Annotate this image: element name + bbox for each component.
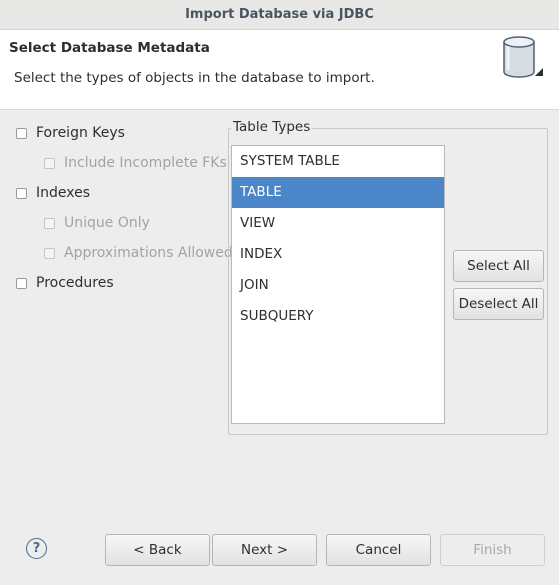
finish-button[interactable]: Finish bbox=[440, 534, 545, 566]
checkbox-box[interactable] bbox=[44, 217, 55, 229]
unique-only-label: Unique Only bbox=[64, 215, 150, 231]
help-icon[interactable]: ? bbox=[26, 538, 47, 559]
page-title: Select Database Metadata bbox=[9, 40, 210, 56]
checkbox-box[interactable] bbox=[16, 277, 27, 289]
list-item[interactable]: JOIN bbox=[232, 270, 444, 301]
table-types-title: Table Types bbox=[231, 119, 313, 135]
list-item[interactable]: SUBQUERY bbox=[232, 301, 444, 332]
page-description: Select the types of objects in the datab… bbox=[14, 70, 375, 86]
unique-only-checkbox[interactable]: Unique Only bbox=[44, 213, 150, 233]
database-icon bbox=[503, 36, 543, 78]
include-incomplete-fks-label: Include Incomplete FKs bbox=[64, 155, 227, 171]
cancel-button[interactable]: Cancel bbox=[326, 534, 431, 566]
procedures-label: Procedures bbox=[36, 275, 114, 291]
select-all-button[interactable]: Select All bbox=[453, 250, 544, 282]
indexes-checkbox[interactable]: Indexes bbox=[16, 183, 90, 203]
list-item[interactable]: VIEW bbox=[232, 208, 444, 239]
checkbox-box[interactable] bbox=[16, 127, 27, 139]
deselect-all-button[interactable]: Deselect All bbox=[453, 288, 544, 320]
list-item[interactable]: TABLE bbox=[232, 177, 444, 208]
procedures-checkbox[interactable]: Procedures bbox=[16, 273, 114, 293]
list-item[interactable]: INDEX bbox=[232, 239, 444, 270]
approximations-allowed-checkbox[interactable]: Approximations Allowed bbox=[44, 243, 233, 263]
include-incomplete-fks-checkbox[interactable]: Include Incomplete FKs bbox=[44, 153, 227, 173]
foreign-keys-label: Foreign Keys bbox=[36, 125, 125, 141]
checkbox-box[interactable] bbox=[16, 187, 27, 199]
next-button[interactable]: Next > bbox=[212, 534, 317, 566]
wizard-header: Select Database Metadata Select the type… bbox=[0, 30, 559, 110]
window-title: Import Database via JDBC bbox=[0, 0, 559, 30]
table-types-list[interactable]: SYSTEM TABLE TABLE VIEW INDEX JOIN SUBQU… bbox=[231, 145, 445, 424]
foreign-keys-checkbox[interactable]: Foreign Keys bbox=[16, 123, 125, 143]
indexes-label: Indexes bbox=[36, 185, 91, 201]
approximations-allowed-label: Approximations Allowed bbox=[64, 245, 233, 261]
checkbox-box[interactable] bbox=[44, 157, 55, 169]
back-button[interactable]: < Back bbox=[105, 534, 210, 566]
checkbox-box[interactable] bbox=[44, 247, 55, 259]
list-item[interactable]: SYSTEM TABLE bbox=[232, 146, 444, 177]
